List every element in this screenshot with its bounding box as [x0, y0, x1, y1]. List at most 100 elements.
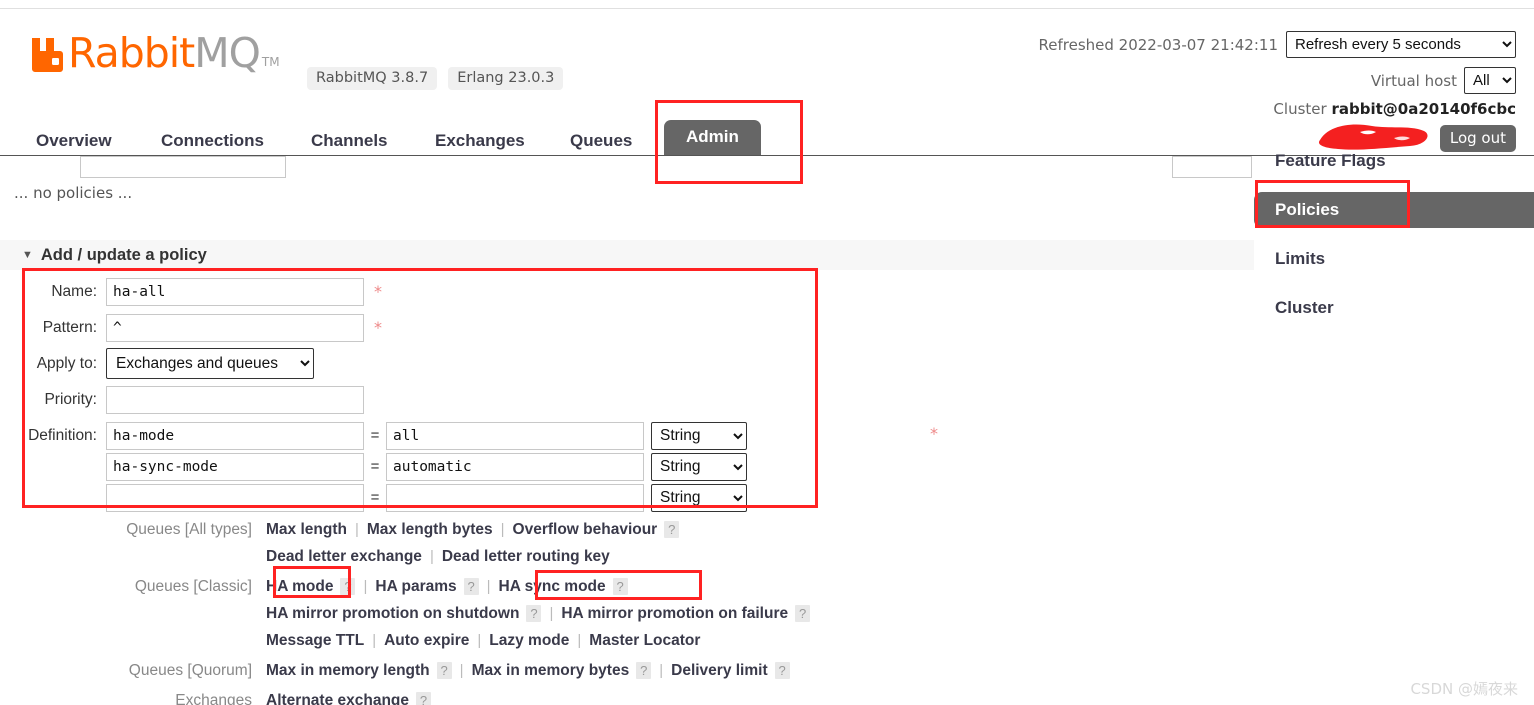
admin-sidebar: Feature Flags Policies Limits Cluster — [1254, 143, 1534, 326]
definition-row: = String — [106, 420, 747, 451]
partial-input-right[interactable] — [1172, 156, 1252, 178]
form-row-apply-to: Apply to: Exchanges and queues — [0, 348, 1254, 379]
equals-sign: = — [370, 427, 380, 444]
definition-value-input[interactable] — [386, 483, 644, 512]
help-icon[interactable]: ? — [340, 578, 356, 595]
definition-rows: = String = String = — [106, 420, 747, 513]
name-label: Name: — [51, 282, 97, 300]
refresh-interval-select[interactable]: Refresh every 5 seconds — [1286, 31, 1516, 58]
hint-link-ha-params[interactable]: HA params — [375, 573, 456, 600]
hint-separator: | — [372, 632, 377, 649]
help-icon[interactable]: ? — [416, 692, 431, 705]
help-icon[interactable]: ? — [774, 662, 790, 679]
no-policies-message: ... no policies ... — [14, 184, 133, 202]
definition-key-input[interactable] — [106, 421, 364, 450]
help-icon[interactable]: ? — [526, 605, 542, 622]
definition-type-select[interactable]: String — [651, 421, 747, 450]
rabbitmq-logo-icon — [30, 34, 66, 72]
nav-tab-channels[interactable]: Channels — [311, 131, 388, 151]
definition-key-input[interactable] — [106, 452, 364, 481]
hint-link-dead-letter-exchange[interactable]: Dead letter exchange — [266, 543, 422, 570]
definition-value-input[interactable] — [386, 421, 644, 450]
help-icon[interactable]: ? — [795, 605, 811, 622]
hint-separator: | — [577, 632, 582, 649]
erlang-version-badge: Erlang 23.0.3 — [448, 67, 564, 90]
cluster-label: Cluster — [1273, 100, 1327, 118]
hint-link-auto-expire[interactable]: Auto expire — [384, 627, 469, 654]
refreshed-timestamp: Refreshed 2022-03-07 21:42:11 — [1038, 35, 1278, 54]
name-required-marker: * — [374, 282, 382, 301]
hint-link-ha-mode[interactable]: HA mode — [266, 573, 333, 600]
hint-separator: | — [459, 662, 464, 679]
partial-input-left[interactable] — [80, 156, 286, 178]
hint-link-max-in-memory-bytes[interactable]: Max in memory bytes — [472, 657, 630, 684]
definition-type-select[interactable]: String — [651, 483, 747, 512]
section-title: Add / update a policy — [40, 245, 207, 264]
help-icon[interactable]: ? — [612, 578, 628, 595]
hint-link-ha-mirror-promotion-on-shutdown[interactable]: HA mirror promotion on shutdown — [266, 600, 519, 627]
hint-link-master-locator[interactable]: Master Locator — [589, 627, 700, 654]
hint-link-dead-letter-routing-key[interactable]: Dead letter routing key — [442, 543, 610, 570]
policy-name-input[interactable] — [106, 277, 364, 306]
priority-label: Priority: — [44, 390, 97, 408]
help-icon[interactable]: ? — [463, 578, 479, 595]
hint-link-delivery-limit[interactable]: Delivery limit — [671, 657, 768, 684]
definition-type-select[interactable]: String — [651, 452, 747, 481]
hint-separator: | — [354, 521, 359, 538]
policy-form: Name: * Pattern: * Apply to: Exchanges a… — [0, 276, 1254, 518]
policy-apply-to-select[interactable]: Exchanges and queues — [106, 348, 314, 379]
sidebar-item-policies[interactable]: Policies — [1254, 192, 1534, 228]
hint-separator: | — [500, 521, 505, 538]
nav-tab-overview[interactable]: Overview — [36, 131, 112, 151]
policy-pattern-input[interactable] — [106, 313, 364, 342]
nav-tab-connections[interactable]: Connections — [161, 131, 264, 151]
hint-separator: | — [659, 662, 664, 679]
nav-tab-queues[interactable]: Queues — [570, 131, 632, 151]
logo-text-rabbit: Rabbit — [68, 29, 195, 77]
hint-line: HA mode ? | HA params ? | HA sync mode ? — [266, 573, 810, 600]
nav-tab-exchanges[interactable]: Exchanges — [435, 131, 525, 151]
hint-link-message-ttl[interactable]: Message TTL — [266, 627, 364, 654]
help-icon[interactable]: ? — [636, 662, 652, 679]
hint-line: Alternate exchange ? — [266, 687, 431, 705]
equals-sign: = — [370, 489, 380, 506]
definition-value-input[interactable] — [386, 452, 644, 481]
hint-link-lazy-mode[interactable]: Lazy mode — [489, 627, 569, 654]
hint-category-label: Queues [Classic] — [134, 578, 252, 595]
hint-link-max-length-bytes[interactable]: Max length bytes — [367, 516, 493, 543]
hint-line: Dead letter exchange | Dead letter routi… — [266, 543, 679, 570]
logo-trademark: TM — [261, 55, 280, 69]
cluster-info: Cluster rabbit@0a20140f6cbc — [1273, 100, 1516, 118]
definition-key-input[interactable] — [106, 483, 364, 512]
hint-link-overflow-behaviour[interactable]: Overflow behaviour — [513, 516, 658, 543]
nav-tab-admin[interactable]: Admin — [664, 120, 761, 155]
policy-priority-input[interactable] — [106, 385, 364, 414]
definition-required-marker: * — [930, 424, 938, 443]
definition-row: = String — [106, 482, 747, 513]
add-update-policy-section-header[interactable]: ▼ Add / update a policy — [0, 240, 1254, 270]
sidebar-item-cluster[interactable]: Cluster — [1254, 290, 1534, 326]
help-icon[interactable]: ? — [664, 521, 680, 538]
sidebar-item-limits[interactable]: Limits — [1254, 241, 1534, 277]
watermark: CSDN @嫣夜来 — [1410, 680, 1518, 698]
hint-link-ha-sync-mode[interactable]: HA sync mode — [499, 573, 606, 600]
form-row-pattern: Pattern: * — [0, 312, 1254, 343]
hint-separator: | — [363, 578, 368, 595]
policy-definition-hints: Queues [All types] Max length | Max leng… — [0, 516, 1254, 705]
hint-link-alternate-exchange[interactable]: Alternate exchange — [266, 687, 409, 705]
sidebar-item-feature-flags[interactable]: Feature Flags — [1254, 143, 1534, 179]
form-row-priority: Priority: — [0, 384, 1254, 415]
hint-category-label: Queues [All types] — [126, 521, 252, 538]
hint-separator: | — [477, 632, 482, 649]
hint-link-max-in-memory-length[interactable]: Max in memory length — [266, 657, 430, 684]
pattern-required-marker: * — [374, 318, 382, 337]
hint-link-max-length[interactable]: Max length — [266, 516, 347, 543]
virtual-host-select[interactable]: All — [1464, 67, 1516, 94]
hint-link-ha-mirror-promotion-on-failure[interactable]: HA mirror promotion on failure — [561, 600, 788, 627]
help-icon[interactable]: ? — [436, 662, 452, 679]
hint-line: Max length | Max length bytes | Overflow… — [266, 516, 680, 543]
rabbitmq-logo[interactable]: Rabbit MQ TM — [30, 29, 280, 77]
hint-category-label: Exchanges — [175, 692, 252, 705]
